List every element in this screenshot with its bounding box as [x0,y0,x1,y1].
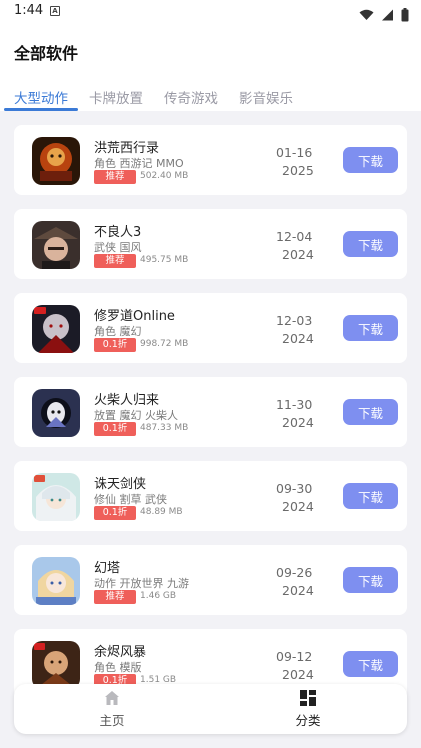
app-card[interactable]: 修罗道Online 角色 魔幻 0.1折 998.72 MB 12-03 202… [14,293,407,363]
release-date-month-day: 09-30 [276,481,313,496]
app-name: 火柴人归来 [94,393,160,408]
app-tags: 角色 模版 [94,661,142,674]
nav-home[interactable]: 主页 [14,684,210,734]
tab-large-action[interactable]: 大型动作 [14,87,68,107]
app-card[interactable]: 幻塔 动作 开放世界 九游 推荐 1.46 GB 09-26 2024 下载 [14,545,407,615]
app-size: 495.75 MB [140,255,189,265]
app-icon [32,305,80,353]
app-size: 487.33 MB [140,423,189,433]
app-name: 洪荒西行录 [94,141,160,156]
release-date-month-day: 09-12 [276,649,313,664]
app-tags: 放置 魔幻 火柴人 [94,409,178,422]
app-icon [32,389,80,437]
nav-home-label: 主页 [99,713,125,728]
tab-media-entertainment[interactable]: 影音娱乐 [239,87,293,107]
tab-legend-games[interactable]: 传奇游戏 [164,87,218,107]
app-name: 修罗道Online [94,309,175,324]
download-button[interactable]: 下载 [343,231,398,257]
discount-badge: 0.1折 [94,338,136,352]
notification-a-icon: A [50,6,60,16]
release-date-month-day: 11-30 [276,397,313,412]
release-date-month-day: 01-16 [276,145,313,160]
app-tags: 修仙 割草 武侠 [94,493,167,506]
tab-card-idle[interactable]: 卡牌放置 [89,87,143,107]
release-date-year: 2024 [282,331,314,346]
app-card[interactable]: 不良人3 武侠 国风 推荐 495.75 MB 12-04 2024 下载 [14,209,407,279]
bottom-navigation: 主页 分类 [14,684,407,734]
home-icon [105,691,119,705]
release-date-month-day: 09-26 [276,565,313,580]
download-button[interactable]: 下载 [343,651,398,677]
app-size: 1.46 GB [140,591,177,601]
discount-badge: 0.1折 [94,422,136,436]
app-tags: 角色 魔幻 [94,325,142,338]
release-date-month-day: 12-03 [276,313,313,328]
app-size: 48.89 MB [140,507,183,517]
app-icon [32,137,80,185]
app-name: 幻塔 [94,561,121,576]
release-date-year: 2024 [282,499,314,514]
download-button[interactable]: 下载 [343,315,398,341]
app-name: 诛天剑侠 [94,477,147,492]
download-button[interactable]: 下载 [343,483,398,509]
discount-badge: 0.1折 [94,506,136,520]
nav-category[interactable]: 分类 [210,684,406,734]
download-button[interactable]: 下载 [343,147,398,173]
app-size: 502.40 MB [140,171,189,181]
recommend-badge: 推荐 [94,590,136,604]
app-icon [32,473,80,521]
recommend-badge: 推荐 [94,170,136,184]
recommend-badge: 推荐 [94,254,136,268]
battery-icon [401,7,409,21]
app-list[interactable]: 洪荒西行录 角色 西游记 MMO 推荐 502.40 MB 01-16 2025… [0,111,421,748]
status-time: 1:44 [14,3,44,18]
app-name: 余烬风暴 [94,645,147,660]
page-title: 全部软件 [14,44,79,63]
app-tags: 角色 西游记 MMO [94,157,184,170]
release-date-year: 2025 [282,163,314,178]
category-grid-icon [300,690,316,706]
app-tags: 动作 开放世界 九游 [94,577,189,590]
status-bar: 1:44 A [0,0,421,24]
category-tabs: 大型动作 卡牌放置 传奇游戏 影音娱乐 [0,84,421,111]
release-date-year: 2024 [282,667,314,682]
status-icons [357,4,409,21]
cellular-signal-icon [381,9,393,20]
release-date-year: 2024 [282,247,314,262]
app-card[interactable]: 洪荒西行录 角色 西游记 MMO 推荐 502.40 MB 01-16 2025… [14,125,407,195]
app-name: 不良人3 [94,225,142,240]
app-tags: 武侠 国风 [94,241,142,254]
app-size: 998.72 MB [140,339,189,349]
release-date-year: 2024 [282,583,314,598]
release-date-year: 2024 [282,415,314,430]
app-icon [32,557,80,605]
app-icon [32,221,80,269]
release-date-month-day: 12-04 [276,229,313,244]
app-card[interactable]: 火柴人归来 放置 魔幻 火柴人 0.1折 487.33 MB 11-30 202… [14,377,407,447]
header-area: 1:44 A 全部软件 大型动作 卡牌放置 传奇游戏 影音娱乐 [0,0,421,111]
nav-category-label: 分类 [295,713,321,728]
app-card[interactable]: 诛天剑侠 修仙 割草 武侠 0.1折 48.89 MB 09-30 2024 下… [14,461,407,531]
download-button[interactable]: 下载 [343,567,398,593]
download-button[interactable]: 下载 [343,399,398,425]
wifi-icon [359,9,374,20]
app-icon [32,641,80,689]
